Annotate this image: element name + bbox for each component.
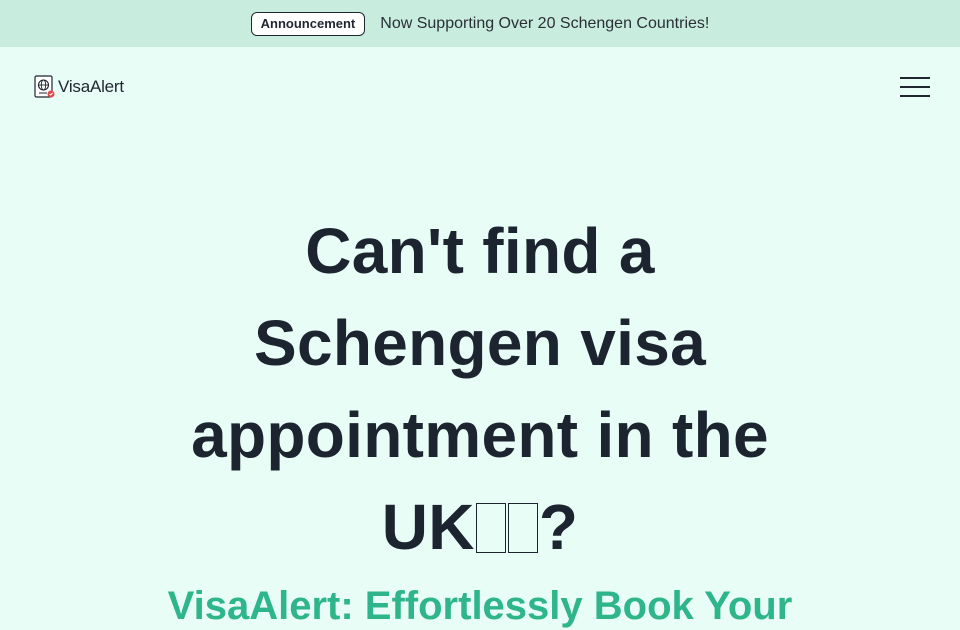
hamburger-menu-icon[interactable] bbox=[898, 75, 932, 99]
hero-title-line-2: Schengen visa bbox=[253, 307, 707, 379]
top-nav: VisaAlert bbox=[0, 47, 960, 127]
announcement-bar[interactable]: Announcement Now Supporting Over 20 Sche… bbox=[0, 0, 960, 47]
announcement-badge[interactable]: Announcement bbox=[250, 11, 366, 36]
uk-flag-icon-part bbox=[507, 503, 538, 553]
hero-title-line-3: appointment in the bbox=[191, 399, 769, 471]
logo-text: VisaAlert bbox=[58, 77, 124, 96]
passport-globe-icon bbox=[34, 75, 55, 98]
hero-title-line-4: UK bbox=[381, 491, 475, 563]
announcement-text[interactable]: Now Supporting Over 20 Schengen Countrie… bbox=[380, 15, 709, 33]
logo-link[interactable]: VisaAlert bbox=[34, 75, 124, 99]
uk-flag-icon bbox=[475, 503, 506, 553]
hero-title: Can't find a Schengen visa appointment in … bbox=[130, 205, 830, 573]
hero-subtitle: VisaAlert: Effortlessly Book Your bbox=[167, 584, 793, 628]
hero-title-line-1: Can't find a bbox=[305, 215, 655, 287]
hero-title-end: ? bbox=[538, 491, 579, 563]
